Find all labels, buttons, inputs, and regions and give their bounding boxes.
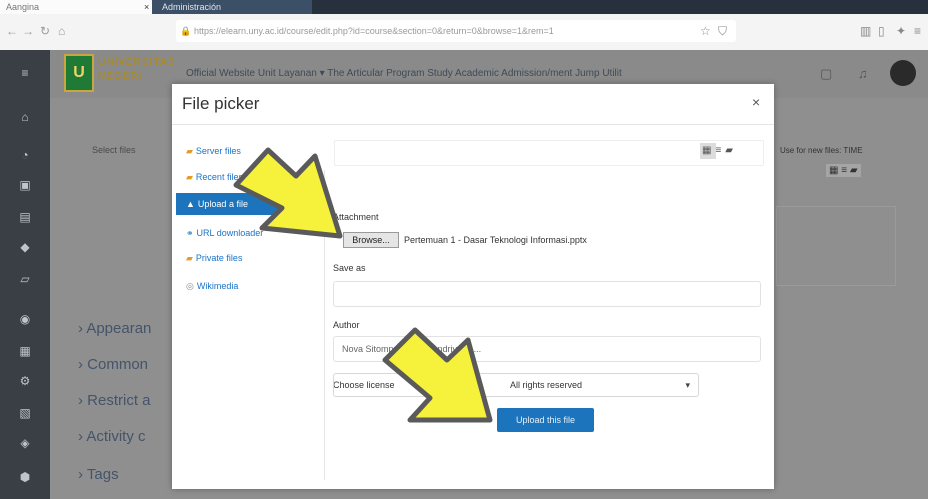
dialog-divider: [172, 124, 774, 125]
reload-icon[interactable]: ↻: [40, 24, 50, 38]
saveas-label: Save as: [333, 263, 366, 273]
shield-icon[interactable]: ⛉: [718, 24, 727, 39]
home-icon[interactable]: ⌂: [58, 24, 65, 38]
notification-bell-icon[interactable]: ♫: [858, 66, 868, 81]
reports-icon[interactable]: ▧: [17, 406, 33, 420]
repo-label: Private files: [195, 253, 243, 263]
folder-icon: ▰: [186, 253, 193, 263]
select-files-label: Select files: [92, 145, 136, 155]
view-mode-icons[interactable]: ▦≡▰: [702, 145, 737, 156]
sidebar-toggle-icon[interactable]: ▯: [878, 24, 885, 38]
university-logo[interactable]: U: [64, 54, 94, 92]
globe-icon: ◎: [186, 281, 194, 291]
files-icon[interactable]: ▤: [17, 210, 33, 224]
section-appearance[interactable]: › Appearan: [78, 320, 151, 337]
close-tab-icon[interactable]: ×: [144, 0, 149, 14]
home-icon[interactable]: ⌂: [17, 110, 33, 124]
browse-button[interactable]: Browse...: [343, 232, 399, 248]
repo-label: Server files: [195, 146, 241, 156]
lock-icon: 🔒: [180, 26, 192, 36]
tab-title: Administración: [162, 2, 222, 12]
url-field[interactable]: https://elearn.uny.ac.id/course/edit.php…: [176, 20, 736, 42]
attachment-label: Attachment: [333, 212, 379, 222]
link-icon: ⚭: [186, 228, 194, 238]
forward-icon[interactable]: →: [22, 24, 34, 38]
clock-icon: ▰: [186, 172, 193, 182]
new-files-hint: Use for new files: TIME: [780, 146, 863, 155]
upload-file-button[interactable]: Upload this file: [497, 408, 594, 432]
repo-recent-files[interactable]: ▰ Recent files: [186, 172, 243, 183]
view-toggle-icons[interactable]: ▦ ≡ ▰: [826, 164, 861, 177]
tab-title: Aangina: [6, 2, 40, 12]
section-activity-completion[interactable]: › Activity c: [78, 428, 146, 445]
extension-icon[interactable]: ✦: [896, 24, 906, 38]
repo-label: Recent files: [195, 172, 243, 182]
courses-icon[interactable]: ◆: [17, 240, 33, 254]
upload-icon: ▲: [186, 199, 195, 209]
chosen-file-name: Pertemuan 1 - Dasar Teknologi Informasi.…: [404, 235, 587, 245]
repo-server-files[interactable]: ▰ Server files: [186, 146, 241, 157]
repo-label: URL downloader: [196, 228, 264, 238]
close-icon[interactable]: ×: [752, 94, 760, 110]
grades-icon[interactable]: ▦: [17, 344, 33, 358]
repo-wikimedia[interactable]: ◎ Wikimedia: [186, 281, 238, 292]
section-restrict-access[interactable]: › Restrict a: [78, 392, 151, 409]
license-select[interactable]: All rights reserved ▾: [333, 373, 699, 397]
message-icon[interactable]: ▢: [820, 66, 832, 82]
dialog-title: File picker: [182, 94, 260, 113]
repo-url-downloader[interactable]: ⚭ URL downloader: [186, 228, 263, 239]
author-field[interactable]: Nova Sitompul dan R. Andriyaldi ...: [333, 336, 761, 362]
repo-label: Upload a file: [197, 199, 248, 209]
saveas-field[interactable]: [333, 281, 761, 307]
university-name: UNIVERSITAS NEGERI: [98, 56, 176, 84]
repo-label: Wikimedia: [196, 281, 239, 291]
bookmark-icon[interactable]: ☆: [700, 24, 711, 38]
author-label: Author: [333, 320, 360, 330]
filemanager-panel: [776, 206, 896, 286]
avatar[interactable]: [890, 60, 916, 86]
title-bar: [312, 0, 928, 14]
repo-private-files[interactable]: ▰ Private files: [186, 253, 242, 264]
menu-icon[interactable]: ≡: [914, 24, 921, 38]
license-value: All rights reserved: [510, 380, 583, 390]
browser-tab-active[interactable]: Administración: [152, 0, 312, 14]
dashboard-icon[interactable]: ◔: [17, 148, 33, 162]
logo-line-1: UNIVERSITAS: [98, 57, 176, 68]
caret-down-icon: ▾: [685, 380, 690, 390]
users-icon[interactable]: ◉: [17, 312, 33, 326]
back-icon[interactable]: ←: [6, 24, 18, 38]
calendar-icon[interactable]: ▣: [17, 178, 33, 192]
header-nav[interactable]: Official Website Unit Layanan ▾ The Arti…: [186, 68, 622, 79]
folder-icon: ▰: [186, 146, 193, 156]
browser-tab[interactable]: Aangina ×: [0, 0, 160, 14]
logo-line-2: NEGERI: [98, 71, 143, 82]
folder-icon[interactable]: ▱: [17, 272, 33, 286]
badges-icon[interactable]: ◈: [17, 436, 33, 450]
admin-icon[interactable]: ⬢: [17, 470, 33, 484]
upload-form: [324, 170, 775, 480]
section-tags[interactable]: › Tags: [78, 466, 119, 483]
library-icon[interactable]: ▥: [860, 24, 871, 38]
repo-upload-file-label[interactable]: ▲ Upload a file: [186, 199, 248, 209]
settings-icon[interactable]: ⚙: [17, 374, 33, 388]
section-common[interactable]: › Common: [78, 356, 148, 373]
hamburger-icon[interactable]: ≡: [17, 66, 33, 80]
